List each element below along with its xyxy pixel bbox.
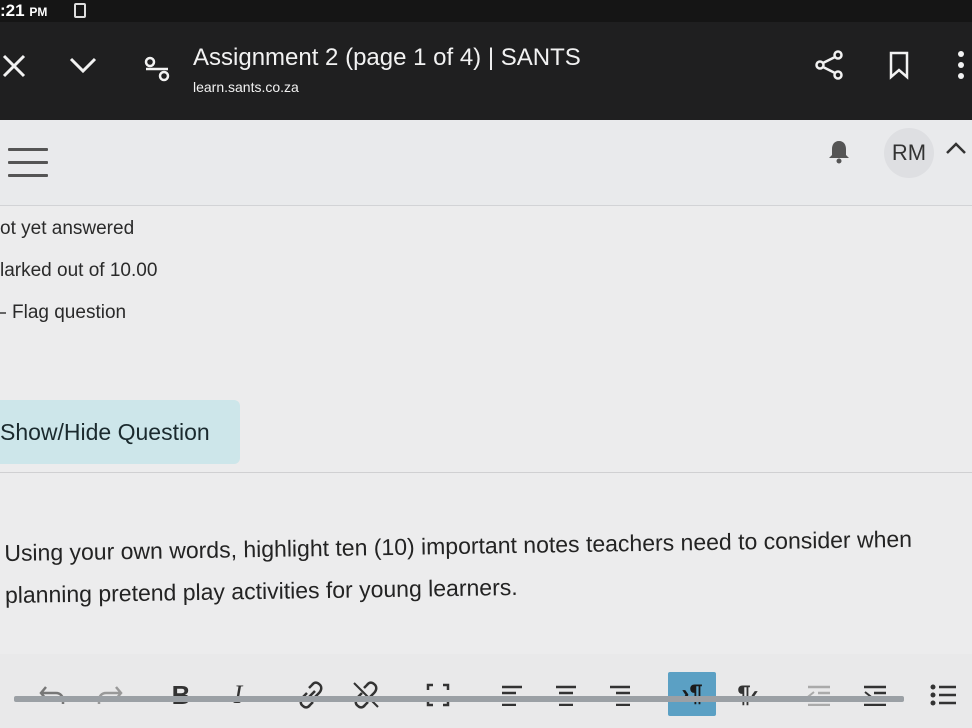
main-content: ot yet answered larked out of 10.00 Flag…	[0, 206, 972, 728]
align-center-icon[interactable]	[552, 676, 580, 714]
editor-toolbar-underline	[14, 696, 904, 702]
status-time: :21 PM	[0, 1, 47, 21]
rtl-button[interactable]: ¶‹	[730, 676, 766, 714]
screenshot-status-icon	[74, 3, 86, 18]
notification-bell-icon[interactable]	[826, 138, 854, 166]
caret-up-icon[interactable]	[944, 140, 972, 162]
align-left-icon[interactable]	[498, 676, 526, 714]
share-icon[interactable]	[812, 48, 846, 82]
more-vert-icon[interactable]	[950, 46, 972, 84]
unlink-icon[interactable]	[346, 676, 386, 714]
status-time-ampm: PM	[29, 5, 48, 19]
close-icon[interactable]	[0, 48, 28, 84]
question-text: Using your own words, highlight ten (10)…	[4, 517, 972, 616]
divider	[0, 472, 972, 473]
question-marks: larked out of 10.00	[0, 260, 158, 281]
italic-button[interactable]: I	[226, 676, 250, 714]
flag-icon	[0, 311, 6, 314]
site-header: RM	[0, 120, 972, 206]
link-icon[interactable]	[292, 676, 330, 714]
browser-toolbar: Assignment 2 (page 1 of 4) | SANTS learn…	[0, 22, 972, 120]
bold-button[interactable]: B	[166, 676, 196, 714]
avatar[interactable]: RM	[884, 128, 934, 178]
editor-toolbar: B I ›¶ ¶‹	[0, 654, 972, 728]
ltr-button[interactable]: ›¶	[668, 672, 716, 716]
question-state: ot yet answered	[0, 218, 135, 239]
fullscreen-icon[interactable]	[420, 676, 456, 714]
undo-icon[interactable]	[32, 676, 72, 714]
bullet-list-icon[interactable]	[928, 676, 960, 714]
outdent-icon[interactable]	[804, 676, 834, 714]
flag-question-link[interactable]: Flag question	[0, 302, 126, 324]
hamburger-menu-icon[interactable]	[8, 148, 48, 178]
page-title: Assignment 2 (page 1 of 4) | SANTS	[193, 44, 581, 71]
redo-icon[interactable]	[90, 676, 130, 714]
show-hide-question-button[interactable]: Show/Hide Question	[0, 400, 240, 464]
indent-icon[interactable]	[860, 676, 890, 714]
chevron-down-icon[interactable]	[66, 50, 100, 80]
bookmark-icon[interactable]	[884, 48, 914, 82]
page-url[interactable]: learn.sants.co.za	[193, 79, 299, 95]
status-time-value: :21	[0, 1, 25, 20]
tabs-icon[interactable]	[140, 54, 174, 84]
status-bar: :21 PM	[0, 0, 972, 22]
flag-question-label: Flag question	[12, 302, 127, 323]
align-right-icon[interactable]	[606, 676, 634, 714]
